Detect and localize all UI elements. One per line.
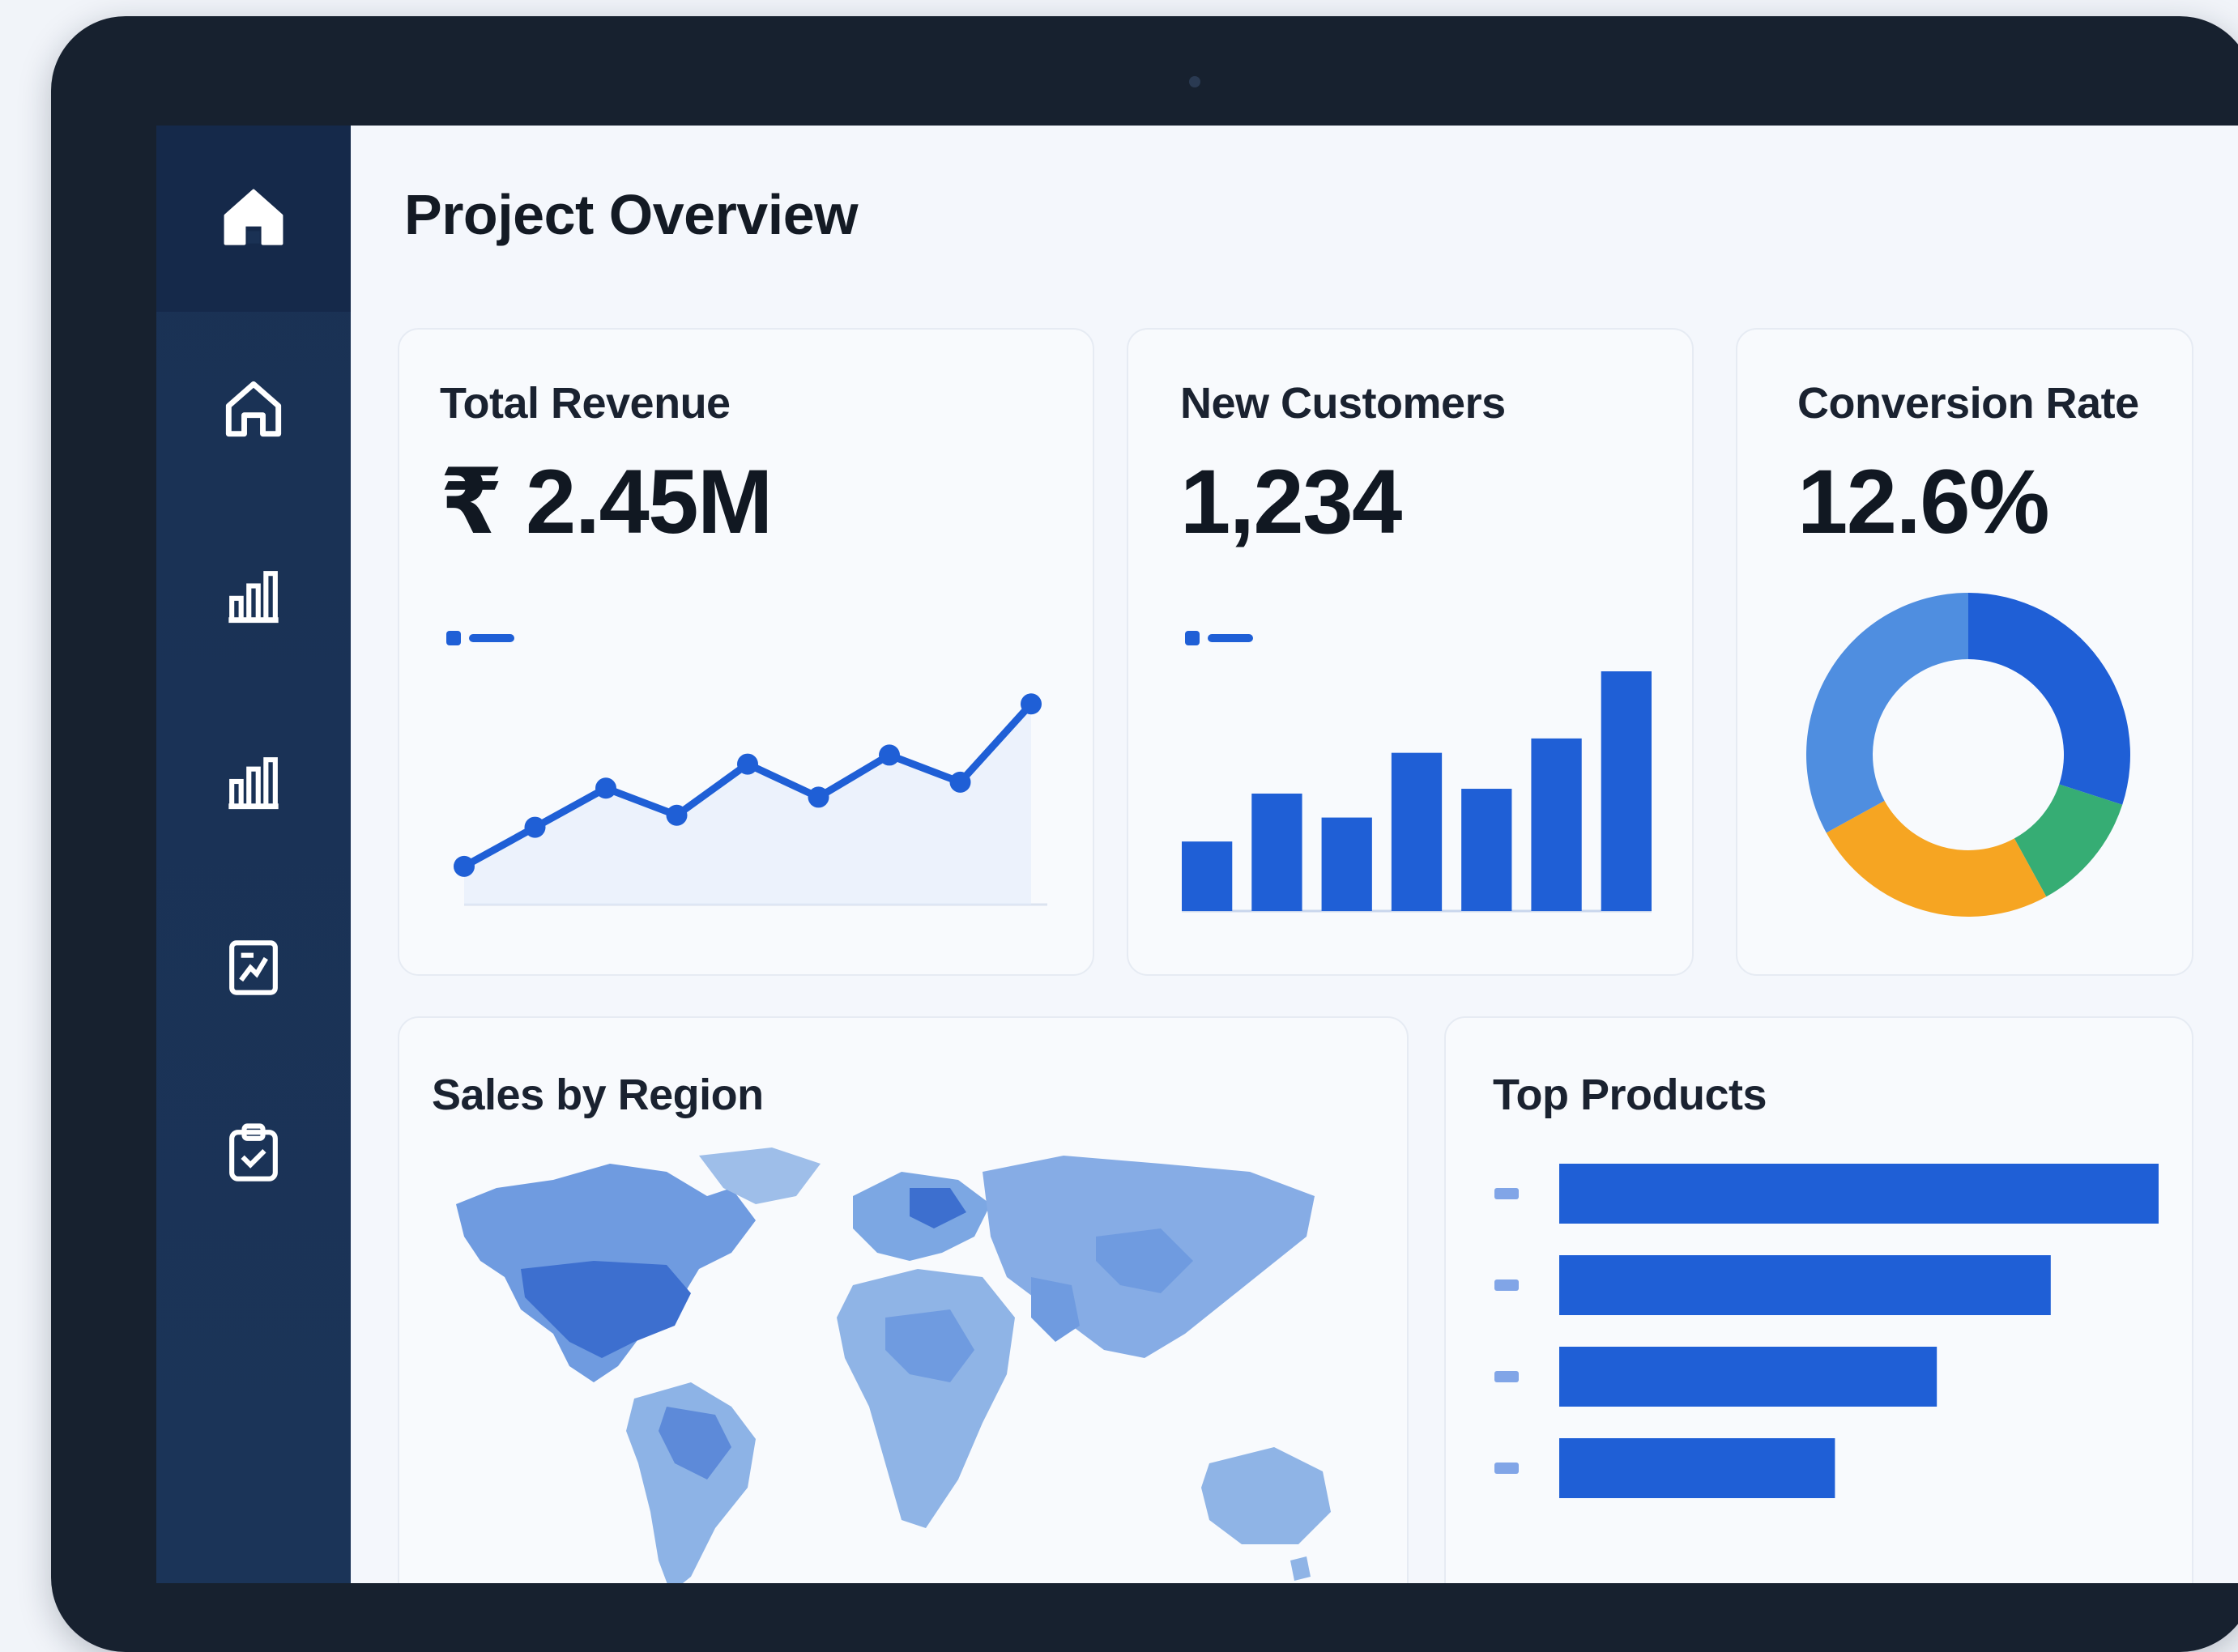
hbar bbox=[1559, 1438, 1835, 1498]
bar bbox=[1182, 841, 1233, 911]
map-australia bbox=[1201, 1447, 1331, 1544]
report-icon bbox=[229, 940, 278, 995]
line-point bbox=[595, 777, 616, 799]
sidebar bbox=[156, 126, 351, 1583]
revenue-line-chart bbox=[454, 693, 1047, 906]
line-point bbox=[666, 804, 688, 826]
revenue-value: ₹ 2.45M bbox=[440, 451, 773, 552]
bar-chart-icon bbox=[228, 571, 279, 624]
sidebar-item-documents[interactable] bbox=[156, 875, 351, 1061]
page-title: Project Overview bbox=[404, 183, 859, 246]
map-usa bbox=[521, 1261, 691, 1358]
line-point bbox=[949, 771, 971, 793]
products-bar-chart bbox=[1494, 1164, 2159, 1498]
bar-label-placeholder bbox=[1494, 1371, 1519, 1382]
world-map bbox=[456, 1147, 1331, 1583]
sidebar-item-home[interactable] bbox=[156, 126, 351, 312]
bar bbox=[1461, 789, 1512, 911]
line-point bbox=[879, 744, 900, 766]
bar-label-placeholder bbox=[1494, 1279, 1519, 1291]
dashboard-screen: Project Overview Total Revenue ₹ 2.45M N… bbox=[156, 126, 2238, 1583]
legend-label-placeholder bbox=[1208, 634, 1253, 642]
bar bbox=[1391, 752, 1443, 911]
legend-label-placeholder bbox=[469, 634, 514, 642]
donut-slice bbox=[1968, 593, 2130, 805]
home-icon bbox=[224, 189, 283, 245]
hbar bbox=[1559, 1164, 2159, 1224]
conversion-title: Conversion Rate bbox=[1797, 379, 2139, 428]
map-africa bbox=[837, 1269, 1015, 1528]
donut-slice bbox=[1826, 800, 2047, 917]
sidebar-item-analytics[interactable] bbox=[156, 502, 351, 688]
hbar bbox=[1559, 1255, 2051, 1315]
main-content: Project Overview Total Revenue ₹ 2.45M N… bbox=[351, 126, 2238, 1583]
customers-legend bbox=[1185, 631, 1253, 645]
legend-swatch bbox=[446, 631, 461, 645]
bar bbox=[1321, 817, 1372, 911]
clipboard-icon bbox=[229, 1123, 278, 1182]
bar bbox=[1601, 671, 1652, 911]
line-point bbox=[1021, 693, 1042, 715]
conversion-value: 12.6% bbox=[1797, 451, 2050, 552]
region-card[interactable]: Sales by Region bbox=[398, 1016, 1409, 1583]
region-title: Sales by Region bbox=[432, 1071, 764, 1119]
bar bbox=[1251, 793, 1302, 911]
sidebar-item-reports[interactable] bbox=[156, 688, 351, 875]
sidebar-item-tasks[interactable] bbox=[156, 1061, 351, 1247]
camera-dot bbox=[1189, 76, 1200, 87]
legend-swatch bbox=[1185, 631, 1200, 645]
home-outline-icon bbox=[225, 381, 282, 437]
bar-chart-icon bbox=[228, 757, 279, 810]
conversion-card[interactable]: Conversion Rate 12.6% bbox=[1736, 328, 2193, 976]
conversion-donut-chart bbox=[1806, 593, 2130, 917]
customers-value: 1,234 bbox=[1180, 451, 1402, 552]
sidebar-item-dashboard[interactable] bbox=[156, 316, 351, 502]
products-card[interactable]: Top Products bbox=[1444, 1016, 2193, 1583]
line-point bbox=[808, 786, 829, 808]
line-area bbox=[464, 704, 1031, 905]
revenue-card[interactable]: Total Revenue ₹ 2.45M bbox=[398, 328, 1094, 976]
bar-label-placeholder bbox=[1494, 1188, 1519, 1199]
line-point bbox=[454, 855, 475, 877]
bar-label-placeholder bbox=[1494, 1463, 1519, 1474]
donut-slice bbox=[1806, 593, 1968, 833]
hbar bbox=[1559, 1347, 1937, 1407]
customers-title: New Customers bbox=[1180, 379, 1506, 428]
bar bbox=[1531, 738, 1582, 911]
line-point bbox=[737, 753, 758, 775]
customers-card[interactable]: New Customers 1,234 bbox=[1127, 328, 1694, 976]
revenue-legend bbox=[446, 631, 514, 645]
customers-bar-chart bbox=[1182, 671, 1652, 913]
revenue-title: Total Revenue bbox=[440, 379, 731, 428]
products-title: Top Products bbox=[1493, 1071, 1767, 1119]
line-point bbox=[524, 816, 546, 838]
tablet-frame: Project Overview Total Revenue ₹ 2.45M N… bbox=[51, 16, 2238, 1652]
